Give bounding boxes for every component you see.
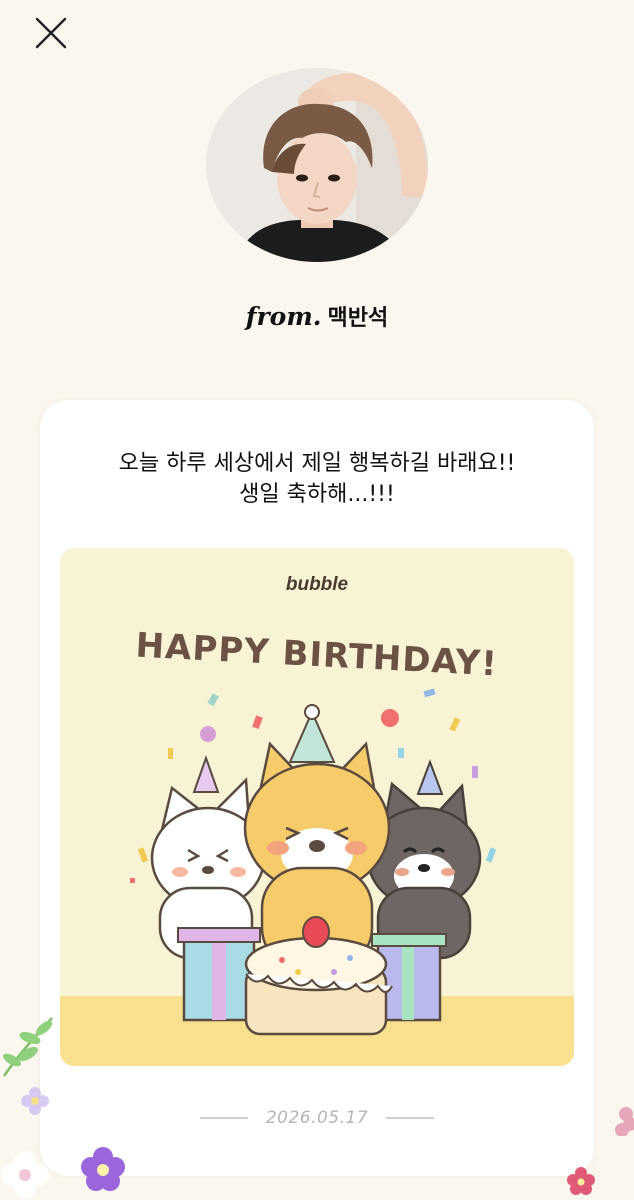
flower-icon-pink-right <box>615 1107 634 1136</box>
letter-card: 오늘 하루 세상에서 제일 행복하길 바래요!! 생일 축하해...!!! bu… <box>40 400 594 1176</box>
message-line-2: 생일 축하해...!!! <box>239 482 395 507</box>
letter-message: 오늘 하루 세상에서 제일 행복하길 바래요!! 생일 축하해...!!! <box>40 448 594 510</box>
birthday-card-image: bubble HAPPY BIRTHDAY! <box>60 548 574 1066</box>
flower-icon-purple <box>81 1147 125 1191</box>
sender-line: from. 맥반석 <box>0 300 634 332</box>
close-icon <box>35 17 67 49</box>
divider-left <box>199 1117 248 1119</box>
flower-icon-red <box>567 1167 595 1195</box>
flower-icon-white <box>1 1151 49 1199</box>
leaf-branch-icon <box>2 1017 53 1077</box>
profile-photo <box>206 68 428 262</box>
sender-name: 맥반석 <box>327 306 389 331</box>
avatar <box>206 68 428 262</box>
date-row: 2026.05.17 <box>40 1103 594 1133</box>
close-button[interactable] <box>34 16 68 50</box>
letter-date: 2026.05.17 <box>265 1108 369 1128</box>
divider-right <box>386 1117 435 1119</box>
message-line-1: 오늘 하루 세상에서 제일 행복하길 바래요!! <box>118 451 516 476</box>
birthday-illustration: bubble HAPPY BIRTHDAY! <box>60 548 574 1066</box>
card-brand: bubble <box>286 574 349 595</box>
flower-icon-lavender <box>21 1087 49 1115</box>
from-label: from. <box>245 302 322 331</box>
